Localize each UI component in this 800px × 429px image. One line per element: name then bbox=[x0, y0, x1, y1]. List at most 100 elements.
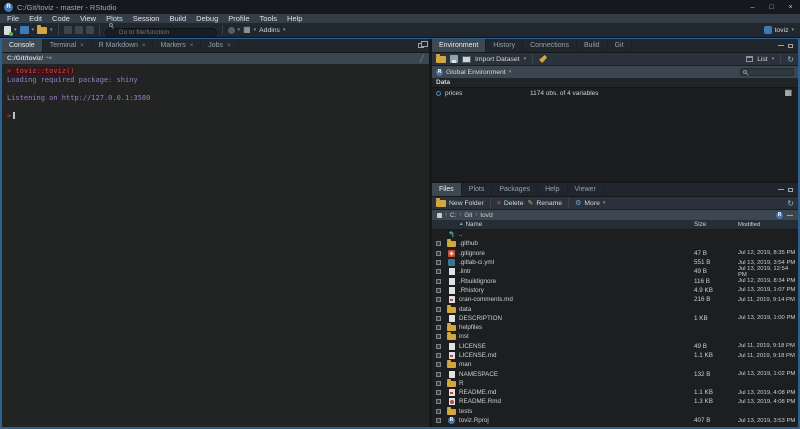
environment-tab-history[interactable]: History bbox=[486, 39, 523, 52]
files-tab-help[interactable]: Help bbox=[538, 183, 567, 196]
checkbox[interactable] bbox=[436, 372, 441, 377]
minimize-button[interactable]: – bbox=[743, 0, 762, 14]
chevron-down-icon[interactable]: ▾ bbox=[32, 27, 35, 33]
chevron-down-icon[interactable]: ▾ bbox=[50, 27, 53, 33]
table-row[interactable]: R bbox=[432, 379, 798, 388]
menu-item-view[interactable]: View bbox=[75, 14, 101, 23]
table-row[interactable]: tests bbox=[432, 407, 798, 416]
more-button[interactable]: ⚙ More ▾ bbox=[575, 199, 605, 207]
workspace-panes-icon[interactable]: ▦ bbox=[243, 26, 251, 34]
checkbox[interactable] bbox=[436, 334, 441, 339]
table-row[interactable]: helpfiles bbox=[432, 323, 798, 332]
files-tab-files[interactable]: Files bbox=[432, 183, 462, 196]
checkbox[interactable] bbox=[436, 409, 441, 414]
table-row[interactable]: LICENSE.md1.1 KBJul 11, 2019, 9:18 PM bbox=[432, 351, 798, 360]
table-row[interactable]: ↰.. bbox=[432, 230, 798, 239]
table-row[interactable]: README.md1.1 KBJul 13, 2019, 4:08 PM bbox=[432, 388, 798, 397]
list-view-button[interactable]: List bbox=[757, 56, 768, 63]
checkbox[interactable] bbox=[436, 325, 441, 330]
console-tab-console[interactable]: Console bbox=[2, 39, 43, 52]
file-name[interactable]: NAMESPACE bbox=[459, 371, 694, 378]
file-name[interactable]: LICENSE bbox=[459, 343, 694, 350]
checkbox[interactable] bbox=[436, 362, 441, 367]
environment-tab-build[interactable]: Build bbox=[577, 39, 608, 52]
file-name[interactable]: tests bbox=[459, 408, 694, 415]
table-row[interactable]: toviz.Rproj407 BJul 13, 2019, 3:53 PM bbox=[432, 416, 798, 425]
maximize-button[interactable]: □ bbox=[762, 0, 781, 14]
checkbox[interactable] bbox=[436, 241, 441, 246]
goto-directory-icon[interactable]: ↪ bbox=[46, 55, 52, 63]
file-name[interactable]: R bbox=[459, 380, 694, 387]
import-dataset-button[interactable]: Import Dataset bbox=[475, 56, 520, 63]
checkbox[interactable] bbox=[436, 344, 441, 349]
menu-item-file[interactable]: File bbox=[2, 14, 24, 23]
delete-button[interactable]: × Delete bbox=[497, 200, 524, 207]
menu-item-tools[interactable]: Tools bbox=[255, 14, 283, 23]
table-row[interactable]: README.Rmd1.3 KBJul 13, 2019, 4:08 PM bbox=[432, 397, 798, 406]
file-name[interactable]: .gitignore bbox=[459, 250, 694, 257]
restore-pane-icon[interactable] bbox=[418, 43, 424, 48]
menu-item-edit[interactable]: Edit bbox=[24, 14, 47, 23]
table-row[interactable]: .Rhistory4.9 KBJul 13, 2019, 1:07 PM bbox=[432, 286, 798, 295]
environment-object-row[interactable]: prices1174 obs. of 4 variables▦ bbox=[432, 88, 798, 98]
table-row[interactable]: man bbox=[432, 360, 798, 369]
file-name[interactable]: .github bbox=[459, 240, 694, 247]
file-name[interactable]: man bbox=[459, 361, 694, 368]
table-row[interactable]: .lintr49 BJul 13, 2019, 12:54 PM bbox=[432, 267, 798, 276]
checkbox[interactable] bbox=[436, 418, 441, 423]
checkbox[interactable] bbox=[436, 251, 441, 256]
file-name[interactable]: README.Rmd bbox=[459, 398, 694, 405]
chevron-down-icon[interactable]: ▾ bbox=[283, 27, 286, 33]
view-table-icon[interactable]: ▦ bbox=[784, 89, 792, 97]
close-icon[interactable]: × bbox=[190, 43, 194, 49]
table-row[interactable]: DESCRIPTION1 KBJul 13, 2019, 1:00 PM bbox=[432, 314, 798, 323]
checkbox[interactable] bbox=[436, 288, 441, 293]
chevron-down-icon[interactable]: ▾ bbox=[509, 69, 512, 75]
addins-button[interactable]: Addins bbox=[259, 27, 280, 34]
checkbox[interactable] bbox=[436, 297, 441, 302]
file-name[interactable]: helpfiles bbox=[459, 324, 694, 331]
refresh-icon[interactable]: ↻ bbox=[787, 199, 794, 208]
close-icon[interactable]: × bbox=[142, 43, 146, 49]
chevron-down-icon[interactable]: ▾ bbox=[238, 27, 241, 33]
breadcrumb-item-toviz[interactable]: toviz bbox=[480, 212, 493, 219]
maximize-pane-icon[interactable] bbox=[788, 44, 793, 48]
environment-tab-git[interactable]: Git bbox=[608, 39, 632, 52]
refresh-icon[interactable]: ↻ bbox=[787, 55, 794, 64]
chevron-down-icon[interactable]: ▾ bbox=[14, 27, 17, 33]
load-workspace-icon[interactable] bbox=[436, 56, 446, 63]
name-column-header[interactable]: ▲Name bbox=[459, 221, 694, 228]
checkbox[interactable] bbox=[436, 316, 441, 321]
close-icon[interactable]: × bbox=[80, 43, 84, 49]
file-name[interactable]: .. bbox=[459, 231, 694, 238]
checkbox[interactable] bbox=[436, 399, 441, 404]
file-name[interactable]: .lintr bbox=[459, 268, 694, 275]
checkbox[interactable] bbox=[436, 269, 441, 274]
checkbox[interactable] bbox=[436, 279, 441, 284]
new-file-icon[interactable] bbox=[4, 26, 11, 35]
checkbox[interactable] bbox=[436, 353, 441, 358]
breadcrumb-item-git[interactable]: Git bbox=[464, 212, 472, 219]
project-selector[interactable]: toviz ▾ bbox=[764, 26, 797, 34]
file-name[interactable]: cran-comments.md bbox=[459, 296, 694, 303]
goto-file-search[interactable] bbox=[105, 21, 217, 39]
console-tab-jobs[interactable]: Jobs× bbox=[201, 39, 238, 52]
modified-column-header[interactable]: Modified bbox=[738, 222, 798, 228]
file-name[interactable]: .Rhistory bbox=[459, 287, 694, 294]
table-row[interactable]: cran-comments.md216 BJul 11, 2019, 9:14 … bbox=[432, 295, 798, 304]
checkbox[interactable] bbox=[436, 307, 441, 312]
import-dataset-icon[interactable] bbox=[462, 56, 471, 63]
environment-tab-connections[interactable]: Connections bbox=[523, 39, 577, 52]
size-column-header[interactable]: Size bbox=[694, 221, 738, 228]
file-name[interactable]: README.md bbox=[459, 389, 694, 396]
file-name[interactable]: inst bbox=[459, 333, 694, 340]
table-row[interactable]: LICENSE49 BJul 11, 2019, 9:18 PM bbox=[432, 342, 798, 351]
table-row[interactable]: inst bbox=[432, 332, 798, 341]
breadcrumb-item-c-[interactable]: C: bbox=[450, 212, 456, 219]
close-button[interactable]: × bbox=[781, 0, 800, 14]
file-name[interactable]: DESCRIPTION bbox=[459, 315, 694, 322]
open-file-icon[interactable] bbox=[37, 27, 47, 34]
chevron-down-icon[interactable]: ▾ bbox=[524, 56, 527, 62]
files-tab-plots[interactable]: Plots bbox=[462, 183, 493, 196]
new-project-icon[interactable] bbox=[20, 26, 29, 34]
